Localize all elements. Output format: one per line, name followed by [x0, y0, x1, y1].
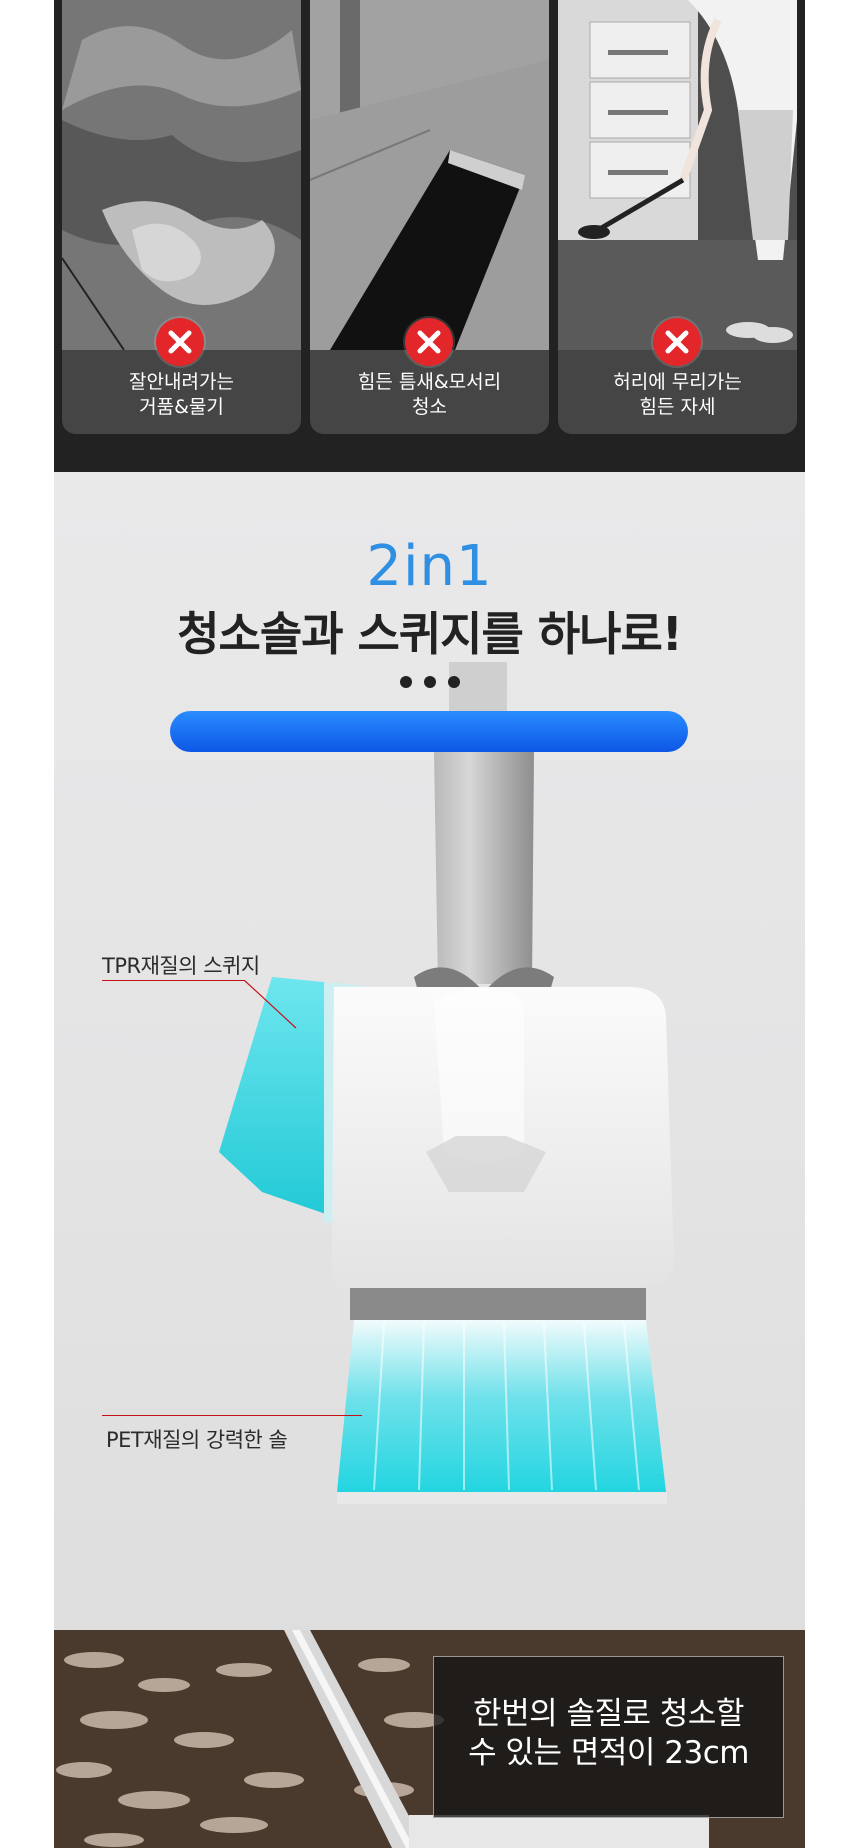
label-pointer-line: [102, 1415, 362, 1416]
label-brush: PET재질의 강력한 솔: [106, 1428, 288, 1452]
corner-gap-photo: [310, 0, 549, 350]
problem-caption-foam: 잘안내려가는 거품&물기: [129, 371, 234, 418]
problems-section: 잘안내려가는 거품&물기 힘든 틈새&모서리 청소 허리에 무리가는 힘든 자세: [54, 0, 805, 472]
product-detail-page: 잘안내려가는 거품&물기 힘든 틈새&모서리 청소 허리에 무리가는 힘든 자세…: [54, 0, 805, 1848]
label-pointer-line: [102, 980, 244, 981]
red-x-icon: [653, 318, 701, 366]
info-box: 한번의 솔질로 청소할 수 있는 면적이 23cm: [433, 1656, 784, 1818]
problem-panel-foam: 잘안내려가는 거품&물기: [62, 0, 301, 434]
posture-photo: [558, 0, 797, 350]
red-x-icon: [156, 318, 204, 366]
problem-caption-corner: 힘든 틈새&모서리 청소: [357, 371, 502, 418]
blue-highlight-bar: [170, 711, 688, 752]
label-squeegee: TPR재질의 스퀴지: [102, 954, 260, 978]
problem-caption-posture: 허리에 무리가는 힘든 자세: [613, 371, 742, 418]
problem-panel-corner: 힘든 틈새&모서리 청소: [310, 0, 549, 434]
product-2in1-section: 2in1 청소솔과 스퀴지를 하나로! TPR재질의 스퀴지 PET재질의 강력…: [54, 472, 805, 1630]
bottom-cleaning-photo-section: 한번의 솔질로 청소할 수 있는 면적이 23cm: [54, 1630, 805, 1848]
brush-squeegee-product-image: [219, 662, 674, 1504]
foam-floor-photo: [62, 0, 301, 350]
problem-panel-posture: 허리에 무리가는 힘든 자세: [558, 0, 797, 434]
cleaning-area-text: 한번의 솔질로 청소할 수 있는 면적이 23cm: [468, 1696, 749, 1771]
red-x-icon: [405, 318, 453, 366]
label-pointer-diagonal: [244, 980, 297, 1029]
ellipsis-dots-icon: [400, 676, 460, 688]
